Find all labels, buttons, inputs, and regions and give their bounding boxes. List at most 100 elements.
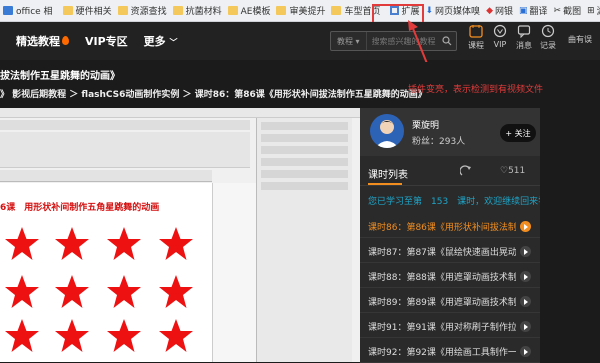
- like-button[interactable]: ♡511: [500, 166, 525, 176]
- folder-icon: [62, 6, 73, 15]
- panel-row: [261, 146, 348, 154]
- bookmark-aesthetics[interactable]: 审美提升: [273, 0, 328, 21]
- nav-featured-tutorials[interactable]: 精选教程: [16, 33, 69, 49]
- panel-row: [261, 134, 348, 142]
- lesson-item[interactable]: 课时86：第86课《用形状补间拔法制作...: [360, 216, 540, 238]
- message-icon: [517, 25, 531, 38]
- translate-button[interactable]: ▣ 翻译: [516, 4, 551, 18]
- bookmark-bar: office 相 硬件相关 资源查找 抗菌材料 AE模板 审美提升 车型首页 扩…: [0, 0, 600, 22]
- lesson-item[interactable]: 课时92：第92课《用绘画工具制作一个...: [360, 341, 540, 363]
- stage-scroll: [212, 183, 256, 362]
- course-icon: [469, 25, 483, 38]
- scissors-icon: ✂: [553, 5, 562, 16]
- search-icon[interactable]: [438, 32, 456, 50]
- vip-icon: [493, 24, 507, 38]
- stage-header: [0, 170, 212, 182]
- nav-course[interactable]: 课程: [464, 24, 488, 51]
- office-icon: [3, 6, 13, 15]
- play-icon[interactable]: [520, 346, 531, 357]
- record-icon: [541, 24, 555, 38]
- star-shape: [55, 275, 89, 308]
- video-toolbar: [0, 120, 250, 130]
- nav-message[interactable]: 消息: [512, 24, 536, 51]
- lesson-item[interactable]: 课时89：第89课《用遮罩动画技术制作...: [360, 291, 540, 313]
- play-icon[interactable]: [520, 221, 531, 232]
- teacher-card: 栗旋明 粉丝：293人 + 关注: [360, 108, 540, 156]
- stage-title: 6课 用形状补间制作五角星跳舞的动画: [0, 203, 160, 213]
- panel-row: [261, 182, 348, 190]
- bookmark-hardware[interactable]: 硬件相关: [60, 0, 115, 21]
- bookmark-ae[interactable]: AE模板: [225, 0, 274, 21]
- teacher-fans: 粉丝：293人: [412, 137, 466, 147]
- star-shape: [5, 227, 39, 260]
- lesson-tabs: 课时列表 ♡511: [360, 158, 540, 186]
- lesson-item[interactable]: 课时91：第91课《用对称刷子制作拉钟...: [360, 316, 540, 338]
- download-arrow-icon: ⬇: [425, 5, 434, 16]
- lesson-item[interactable]: 课时88：第88课《用遮罩动画技术制作...: [360, 266, 540, 288]
- page-title: 拔法制作五星跳舞的动画》: [0, 71, 120, 82]
- play-icon[interactable]: [520, 296, 531, 307]
- folder-icon: [227, 6, 238, 15]
- star-shape: [159, 227, 193, 260]
- follow-button[interactable]: + 关注: [500, 124, 536, 142]
- progress-text: 您已学习至第 153 课时，欢迎继续回来学习: [368, 197, 557, 207]
- page-right-margin: [540, 108, 600, 362]
- star-shape: [107, 319, 141, 352]
- heart-icon: ♡: [500, 166, 509, 176]
- bookmark-office[interactable]: office 相: [0, 0, 56, 21]
- star-shape: [5, 275, 39, 308]
- tab-underline: [368, 183, 402, 185]
- bookmark-resources[interactable]: 资源查找: [115, 0, 170, 21]
- folder-icon: [172, 6, 183, 15]
- lesson-title: 课时91：第91课《用对称刷子制作拉钟...: [368, 323, 516, 333]
- lesson-item[interactable]: 课时87：第87课《鼠绘快速画出晃动的...: [360, 241, 540, 263]
- nav-more[interactable]: 更多 ﹀: [144, 33, 178, 49]
- teacher-name[interactable]: 栗旋明: [412, 118, 439, 131]
- annotation-text: 插件变亮，表示检测到有视频文件: [408, 85, 544, 95]
- screenshot-button[interactable]: ✂ 截图: [551, 4, 585, 18]
- star-shape: [5, 319, 39, 352]
- video-timeline: [0, 132, 250, 168]
- play-icon[interactable]: [520, 271, 531, 282]
- star-shape: [107, 227, 141, 260]
- nav-record[interactable]: 记录: [536, 24, 560, 51]
- play-icon[interactable]: [520, 246, 531, 257]
- lesson-title: 课时87：第87课《鼠绘快速画出晃动的...: [368, 248, 516, 258]
- chevron-down-icon: ﹀: [169, 38, 178, 47]
- page-title-bar: 拔法制作五星跳舞的动画》: [0, 62, 600, 84]
- properties-panel: [256, 118, 352, 362]
- tab-lesson-list[interactable]: 课时列表: [368, 166, 408, 181]
- star-shape: [159, 275, 193, 308]
- bookmark-materials[interactable]: 抗菌材料: [170, 0, 225, 21]
- lesson-title: 课时89：第89课《用遮罩动画技术制作...: [368, 298, 516, 308]
- star-shape: [107, 275, 141, 308]
- nav-vip[interactable]: VIP专区: [85, 33, 128, 49]
- video-menubar: [0, 108, 360, 118]
- panel-row: [261, 170, 348, 178]
- star-shape: [55, 227, 89, 260]
- video-player[interactable]: 6课 用形状补间制作五角星跳舞的动画: [0, 108, 360, 362]
- shield-icon: ◆: [486, 5, 493, 16]
- panel-row: [261, 122, 348, 130]
- netbank-button[interactable]: ◆ 网银: [483, 4, 516, 18]
- search-category-select[interactable]: 教程 ▾: [331, 32, 367, 50]
- lesson-title: 课时86：第86课《用形状补间拔法制作...: [368, 223, 516, 233]
- star-shape: [55, 319, 89, 352]
- play-icon[interactable]: [520, 321, 531, 332]
- lesson-title: 课时88：第88课《用遮罩动画技术制作...: [368, 273, 516, 283]
- course-sidebar: 栗旋明 粉丝：293人 + 关注 课时列表 ♡511 您已学习至第 153 课时…: [360, 108, 556, 363]
- translate-icon: ▣: [519, 5, 528, 16]
- share-icon[interactable]: [459, 165, 472, 180]
- nav-vip-icon[interactable]: VIP: [488, 24, 512, 51]
- folder-icon: [117, 6, 128, 15]
- star-shape: [159, 319, 193, 352]
- nav-user[interactable]: 曲有误: [560, 34, 600, 51]
- media-detector-button[interactable]: ⬇ 网页媒体嗅: [423, 4, 484, 18]
- folder-icon: [276, 6, 287, 15]
- panel-row: [261, 158, 348, 166]
- flame-icon: [62, 36, 69, 45]
- gamepad-icon: ⊞: [587, 5, 595, 16]
- avatar[interactable]: [370, 114, 404, 148]
- nav-icon-group: 课程 VIP 消息 记录 曲有误: [464, 24, 600, 51]
- game-button[interactable]: ⊞游戏: [584, 4, 600, 18]
